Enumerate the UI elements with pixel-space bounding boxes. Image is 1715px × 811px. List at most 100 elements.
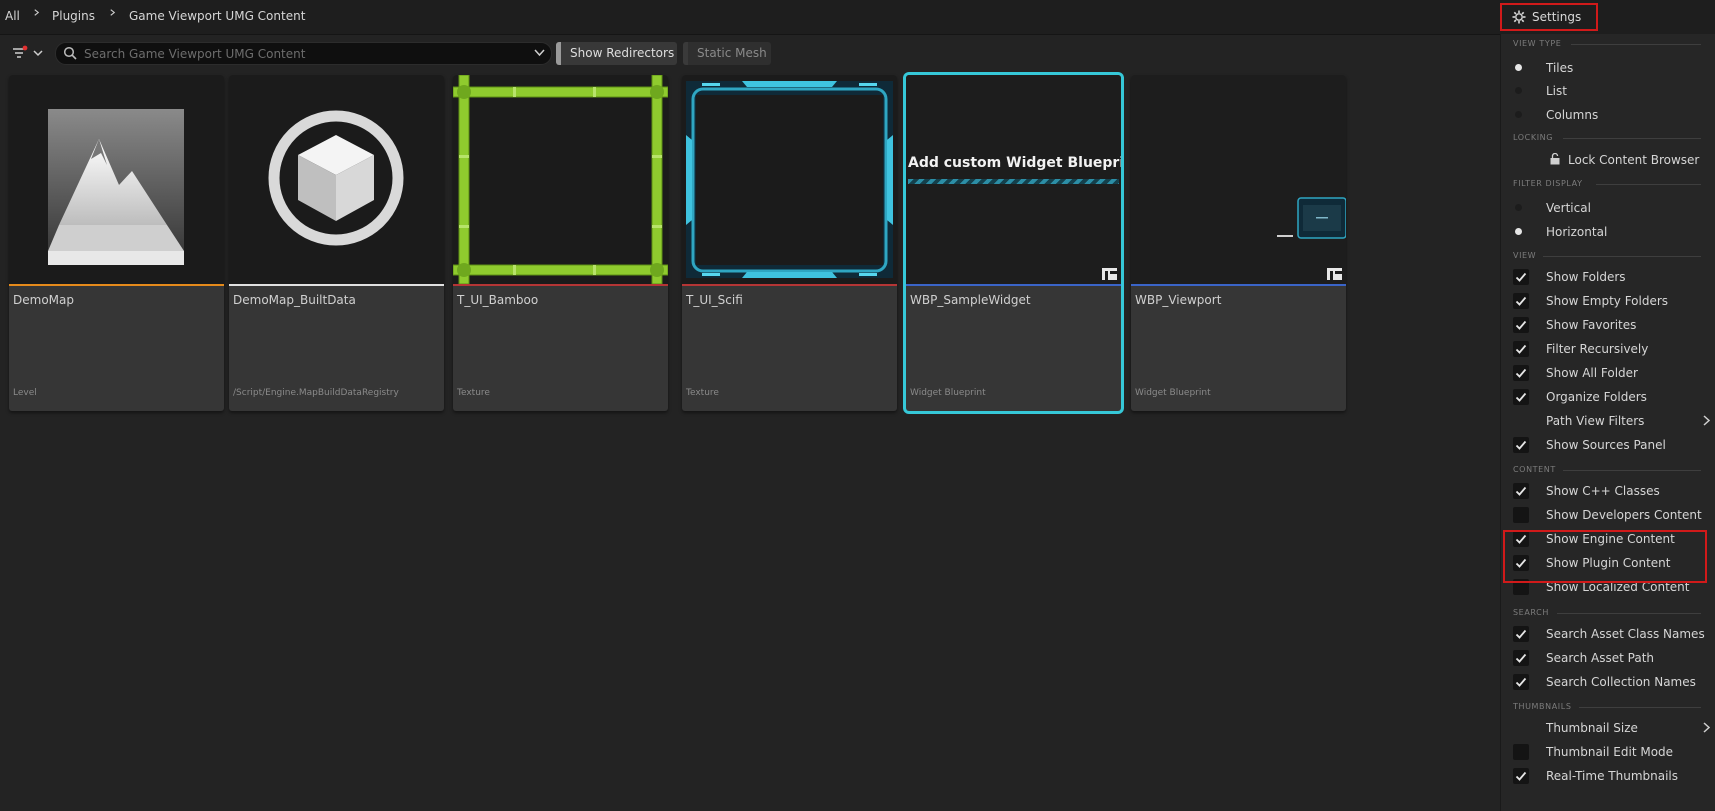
settings-button-label: Settings bbox=[1532, 10, 1582, 24]
asset-type-underline bbox=[682, 284, 897, 286]
filter-button[interactable] bbox=[11, 44, 45, 62]
asset-type-underline bbox=[1131, 284, 1346, 286]
asset-tile-wbp-samplewidget[interactable]: Add custom Widget Blueprints WBP_SampleW… bbox=[906, 75, 1121, 411]
asset-tile-demomap-builtdata[interactable]: DemoMap_BuiltData /Script/Engine.MapBuil… bbox=[229, 75, 444, 411]
menu-item-tiles[interactable]: Tiles bbox=[1501, 57, 1715, 79]
asset-type: Texture bbox=[457, 388, 490, 398]
section-thumbnails: THUMBNAILS bbox=[1513, 702, 1572, 711]
cube-icon bbox=[268, 110, 404, 246]
checkmark-icon bbox=[1515, 368, 1527, 378]
widget-blueprint-icon bbox=[1102, 268, 1117, 280]
top-bar: All Plugins Game Viewport UMG Content bbox=[0, 0, 1715, 35]
filter-icon bbox=[13, 45, 43, 58]
menu-item-real-time-thumbnails[interactable]: Real-Time Thumbnails bbox=[1501, 765, 1715, 787]
menu-item-label: Show Developers Content bbox=[1546, 508, 1702, 522]
checkbox[interactable] bbox=[1513, 744, 1529, 760]
menu-item-search-asset-path[interactable]: Search Asset Path bbox=[1501, 647, 1715, 669]
checkmark-icon bbox=[1515, 486, 1527, 496]
checkmark-icon bbox=[1515, 344, 1527, 354]
divider bbox=[1563, 138, 1701, 139]
menu-item-label: List bbox=[1546, 84, 1567, 98]
breadcrumb-current-folder[interactable]: Game Viewport UMG Content bbox=[129, 9, 305, 23]
menu-item-organize-folders[interactable]: Organize Folders bbox=[1501, 386, 1715, 408]
asset-name: WBP_SampleWidget bbox=[910, 293, 1031, 307]
search-icon bbox=[63, 46, 77, 60]
checkmark-icon bbox=[1515, 392, 1527, 402]
asset-type-underline bbox=[906, 284, 1121, 286]
menu-item-label: Show Folders bbox=[1546, 270, 1626, 284]
breadcrumb-all[interactable]: All bbox=[5, 9, 20, 23]
mountain-icon bbox=[48, 109, 184, 265]
menu-item-label: Thumbnail Edit Mode bbox=[1546, 745, 1674, 759]
filter-chip-show-redirectors[interactable]: Show Redirectors bbox=[556, 42, 677, 65]
widget-preview-stripe bbox=[908, 179, 1119, 184]
menu-item-show-cpp-classes[interactable]: Show C++ Classes bbox=[1501, 480, 1715, 502]
menu-item-horizontal[interactable]: Horizontal bbox=[1501, 221, 1715, 243]
menu-item-show-empty-folders[interactable]: Show Empty Folders bbox=[1501, 290, 1715, 312]
asset-tile-t-ui-bamboo[interactable]: T_UI_Bamboo Texture bbox=[453, 75, 668, 411]
menu-item-thumbnail-size[interactable]: Thumbnail Size bbox=[1501, 717, 1715, 739]
divider bbox=[1543, 256, 1701, 257]
checkbox[interactable] bbox=[1513, 269, 1529, 285]
checkbox[interactable] bbox=[1513, 483, 1529, 499]
menu-item-list[interactable]: List bbox=[1501, 80, 1715, 102]
asset-thumbnail bbox=[1131, 75, 1346, 284]
menu-item-vertical[interactable]: Vertical bbox=[1501, 197, 1715, 219]
asset-tile-demomap[interactable]: DemoMap Level bbox=[9, 75, 224, 411]
settings-menu: VIEW TYPE Tiles List Columns LOCKING Loc… bbox=[1500, 34, 1715, 811]
unlock-icon bbox=[1550, 153, 1560, 165]
asset-thumbnail: Add custom Widget Blueprints bbox=[906, 75, 1121, 284]
checkbox[interactable] bbox=[1513, 626, 1529, 642]
radio-dot bbox=[1515, 111, 1522, 118]
highlight-annotation bbox=[1503, 530, 1707, 583]
menu-item-thumbnail-edit-mode[interactable]: Thumbnail Edit Mode bbox=[1501, 741, 1715, 763]
menu-item-show-favorites[interactable]: Show Favorites bbox=[1501, 314, 1715, 336]
menu-item-show-sources-panel[interactable]: Show Sources Panel bbox=[1501, 434, 1715, 456]
checkbox[interactable] bbox=[1513, 507, 1529, 523]
checkmark-icon bbox=[1515, 320, 1527, 330]
checkmark-icon bbox=[1515, 296, 1527, 306]
menu-item-search-asset-class-names[interactable]: Search Asset Class Names bbox=[1501, 623, 1715, 645]
checkbox[interactable] bbox=[1513, 437, 1529, 453]
checkbox[interactable] bbox=[1513, 293, 1529, 309]
menu-item-lock-content-browser[interactable]: Lock Content Browser bbox=[1501, 149, 1715, 171]
menu-item-label: Show All Folder bbox=[1546, 366, 1638, 380]
menu-item-label: Tiles bbox=[1546, 61, 1574, 75]
menu-item-label: Show Empty Folders bbox=[1546, 294, 1669, 308]
checkbox[interactable] bbox=[1513, 317, 1529, 333]
menu-item-path-view-filters[interactable]: Path View Filters bbox=[1501, 410, 1715, 432]
checkbox[interactable] bbox=[1513, 389, 1529, 405]
asset-tile-wbp-viewport[interactable]: WBP_Viewport Widget Blueprint bbox=[1131, 75, 1346, 411]
menu-item-show-folders[interactable]: Show Folders bbox=[1501, 266, 1715, 288]
filter-chip-static-mesh[interactable]: Static Mesh bbox=[683, 42, 771, 65]
menu-item-label: Vertical bbox=[1546, 201, 1591, 215]
asset-tile-t-ui-scifi[interactable]: T_UI_Scifi Texture bbox=[682, 75, 897, 411]
menu-item-show-developers-content[interactable]: Show Developers Content bbox=[1501, 504, 1715, 526]
bamboo-frame bbox=[453, 75, 668, 284]
section-filter-display: FILTER DISPLAY bbox=[1513, 179, 1583, 188]
menu-item-columns[interactable]: Columns bbox=[1501, 104, 1715, 126]
asset-thumbnail bbox=[229, 75, 444, 284]
menu-item-label: Horizontal bbox=[1546, 225, 1608, 239]
breadcrumb-plugins[interactable]: Plugins bbox=[52, 9, 95, 23]
search-input[interactable] bbox=[82, 45, 526, 63]
menu-item-filter-recursively[interactable]: Filter Recursively bbox=[1501, 338, 1715, 360]
checkbox[interactable] bbox=[1513, 365, 1529, 381]
menu-item-label: Show C++ Classes bbox=[1546, 484, 1660, 498]
checkmark-icon bbox=[1515, 629, 1527, 639]
menu-item-search-collection-names[interactable]: Search Collection Names bbox=[1501, 671, 1715, 693]
chevron-right-icon bbox=[1703, 722, 1710, 733]
divider bbox=[1557, 613, 1701, 614]
menu-item-show-all-folder[interactable]: Show All Folder bbox=[1501, 362, 1715, 384]
checkbox[interactable] bbox=[1513, 768, 1529, 784]
chevron-down-icon[interactable] bbox=[534, 49, 545, 57]
divider bbox=[1596, 184, 1701, 185]
checkbox[interactable] bbox=[1513, 341, 1529, 357]
menu-item-label: Search Asset Class Names bbox=[1546, 627, 1705, 641]
settings-button[interactable]: Settings bbox=[1500, 3, 1598, 31]
chevron-right-icon bbox=[110, 9, 116, 16]
menu-item-label: Path View Filters bbox=[1546, 414, 1645, 428]
menu-item-label: Search Collection Names bbox=[1546, 675, 1696, 689]
checkbox[interactable] bbox=[1513, 650, 1529, 666]
checkbox[interactable] bbox=[1513, 674, 1529, 690]
